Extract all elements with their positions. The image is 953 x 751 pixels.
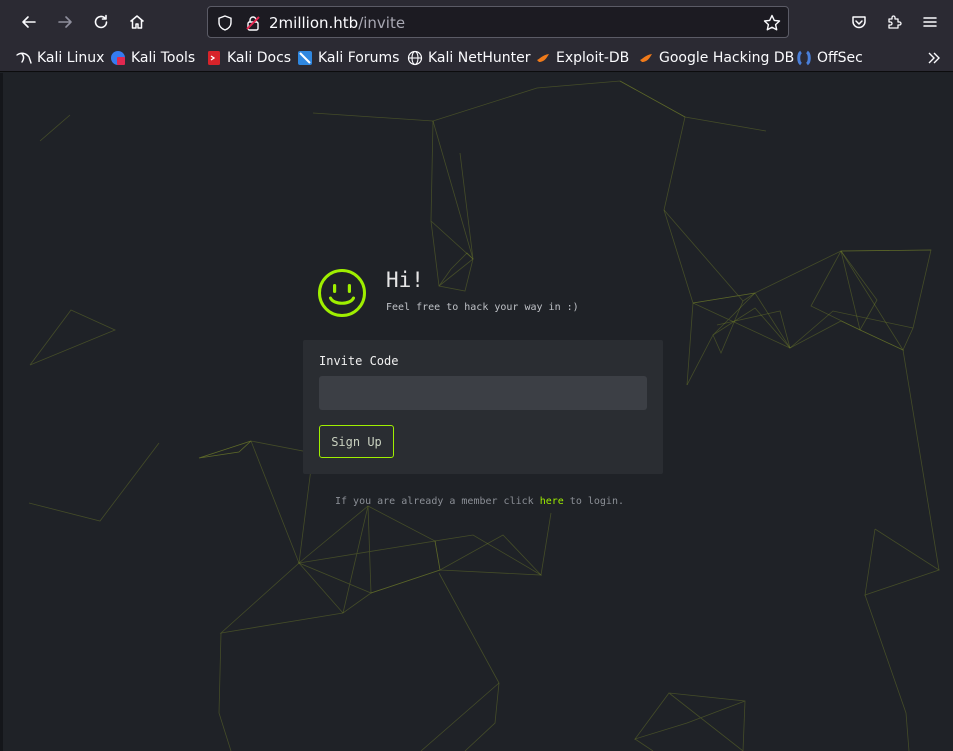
chevron-double-right-icon (928, 52, 940, 64)
bookmark-exploit-db[interactable]: Exploit-DB (535, 48, 629, 68)
bookmark-google-hacking-db[interactable]: Google Hacking DB (638, 48, 794, 68)
bookmark-kali-forums[interactable]: Kali Forums (297, 48, 399, 68)
hamburger-menu-icon (923, 17, 937, 27)
invite-code-label: Invite Code (319, 354, 399, 368)
bookmark-kali-nethunter[interactable]: Kali NetHunter (407, 48, 530, 68)
page-viewport: Hi! Feel free to hack your way in :) Inv… (0, 73, 953, 751)
extensions-button[interactable] (880, 7, 910, 37)
url-host: 2million.htb (269, 14, 359, 32)
invite-code-input[interactable] (319, 376, 647, 410)
home-button[interactable] (122, 7, 152, 37)
login-prompt-prefix: If you are already a member click (334, 496, 540, 507)
smiley-face-icon (318, 269, 366, 317)
kali-forums-icon (298, 51, 312, 65)
reload-icon (94, 14, 108, 29)
invite-form: Invite Code Sign Up (303, 340, 663, 474)
bookmark-kali-linux[interactable]: Kali Linux (16, 48, 104, 68)
bookmark-label: Kali Forums (318, 50, 400, 66)
hero: Hi! Feel free to hack your way in :) (317, 268, 617, 318)
arrow-right-icon (58, 16, 72, 28)
bookmark-kali-tools[interactable]: Kali Tools (110, 48, 195, 68)
bookmark-label: Kali Tools (131, 50, 196, 66)
bookmark-label: Kali Docs (227, 50, 292, 66)
url-text[interactable]: 2million.htb/invite (269, 14, 405, 32)
puzzle-icon (888, 15, 902, 29)
bookmark-label: Kali Linux (37, 50, 105, 66)
page-title: Hi! (386, 268, 424, 292)
menu-button[interactable] (915, 7, 945, 37)
bookmark-offsec[interactable]: OffSec (796, 48, 863, 68)
bookmarks-overflow-button[interactable] (926, 48, 947, 68)
kali-tools-icon (111, 51, 125, 65)
back-button[interactable] (14, 7, 44, 37)
login-link[interactable]: here (540, 496, 564, 507)
home-icon (130, 15, 144, 29)
arrow-left-icon (22, 16, 36, 28)
login-prompt: If you are already a member click here t… (3, 496, 953, 507)
address-bar[interactable]: 2million.htb/invite (207, 6, 789, 38)
forward-button[interactable] (50, 7, 80, 37)
bookmark-label: Kali NetHunter (428, 50, 531, 66)
exploit-db-icon (537, 54, 549, 62)
pocket-icon (852, 16, 866, 29)
sign-up-button[interactable]: Sign Up (319, 425, 394, 458)
globe-icon (407, 50, 423, 66)
offsec-icon (797, 50, 811, 66)
bookmark-star-icon[interactable] (762, 13, 782, 33)
bookmark-label: Exploit-DB (556, 50, 630, 66)
kali-docs-icon (208, 51, 220, 65)
login-prompt-suffix: to login. (563, 496, 624, 507)
url-path: /invite (358, 14, 406, 32)
reload-button[interactable] (86, 7, 116, 37)
pocket-button[interactable] (844, 7, 874, 37)
bookmark-kali-docs[interactable]: Kali Docs (206, 48, 291, 68)
page-subtitle: Feel free to hack your way in :) (386, 302, 579, 313)
shield-icon[interactable] (216, 14, 234, 32)
browser-toolbar: 2million.htb/invite (0, 0, 953, 44)
insecure-lock-icon[interactable] (244, 14, 262, 32)
ghdb-icon (640, 54, 652, 62)
kali-dragon-icon (16, 52, 32, 64)
bookmark-label: OffSec (817, 50, 863, 66)
bookmark-label: Google Hacking DB (659, 50, 795, 66)
bookmarks-toolbar: Kali Linux Kali Tools Kali Docs Kali For… (0, 44, 953, 72)
